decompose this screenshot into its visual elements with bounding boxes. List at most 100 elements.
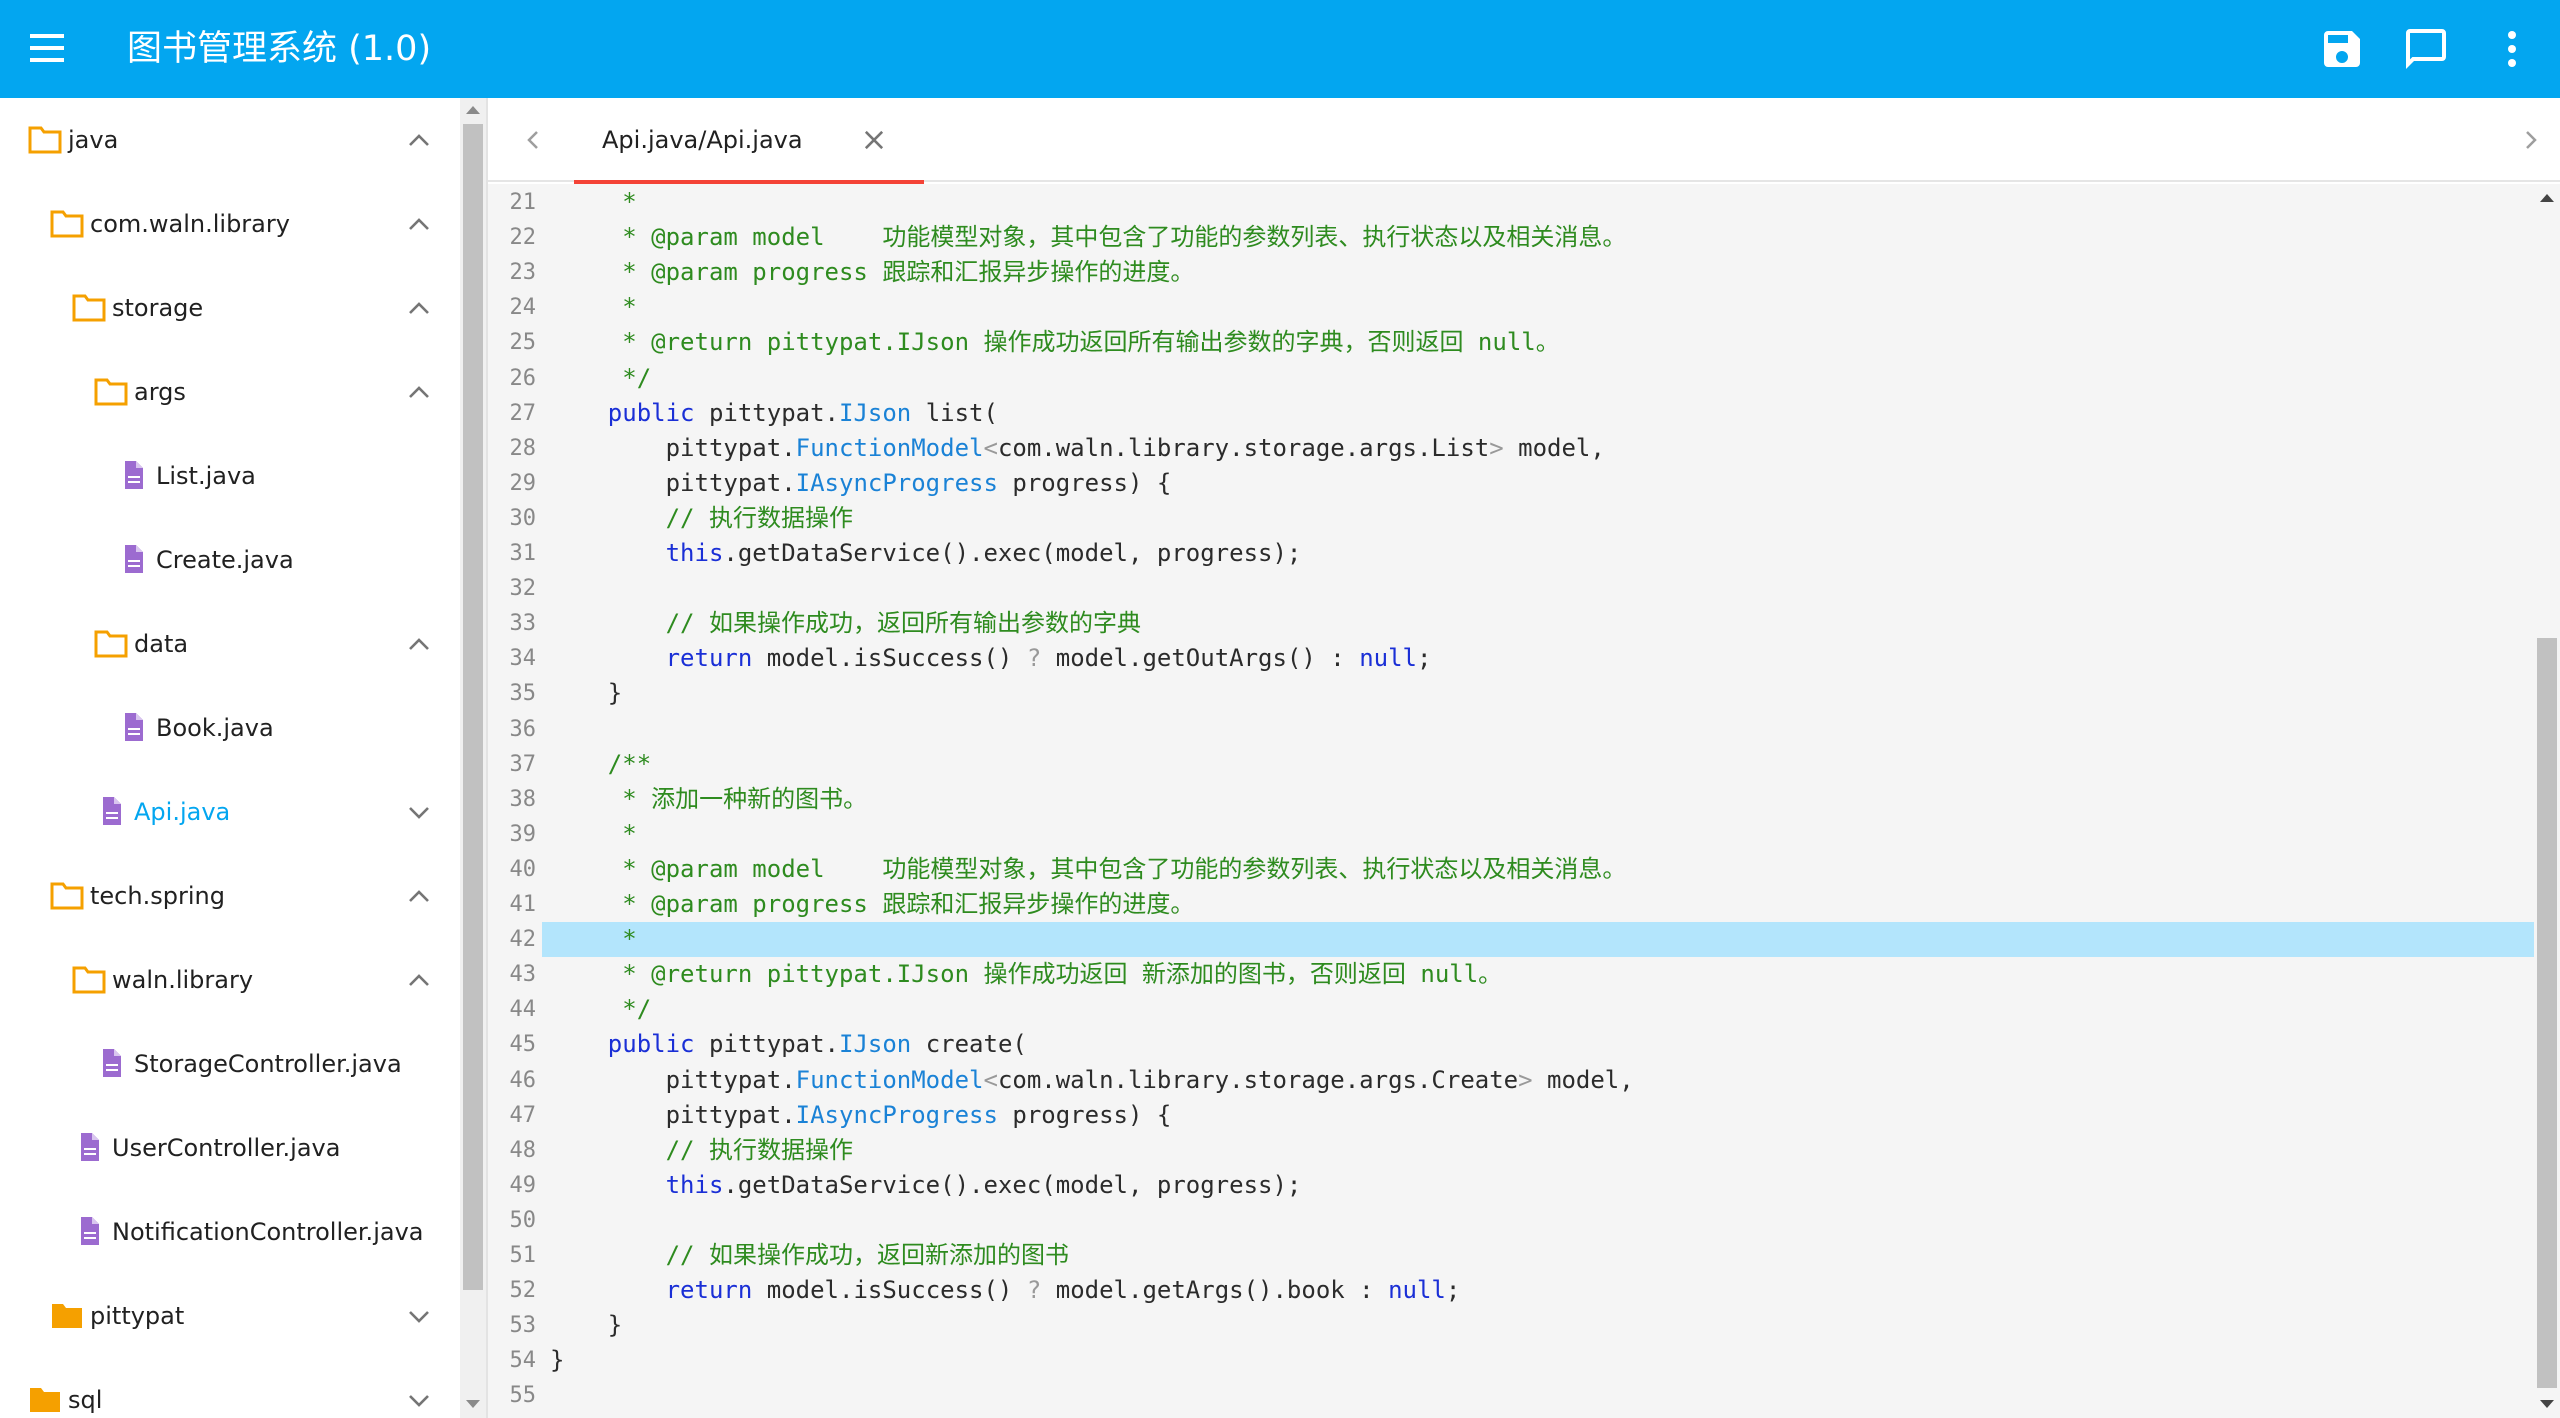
code-line[interactable]: this.getDataService().exec(model, progre… bbox=[550, 1168, 1302, 1203]
code-line[interactable]: this.getDataService().exec(model, progre… bbox=[550, 536, 1302, 571]
code-line[interactable]: * bbox=[550, 185, 636, 220]
code-line[interactable]: * @param progress 跟踪和汇报异步操作的进度。 bbox=[550, 887, 1194, 922]
line-number: 27 bbox=[509, 400, 537, 426]
code-line[interactable]: * bbox=[550, 817, 636, 852]
line-number: 25 bbox=[509, 330, 537, 356]
tree-item-label: com.waln.library bbox=[90, 210, 290, 238]
tree-item-storagecontroller-java[interactable]: StorageController.java bbox=[0, 1024, 460, 1108]
editor-tab-bar: Api.java/Api.java bbox=[488, 98, 2560, 184]
tree-item-notificationcontroller-java[interactable]: NotificationController.java bbox=[0, 1192, 460, 1276]
tree-item-pittypat[interactable]: pittypat bbox=[0, 1276, 460, 1360]
code-line[interactable]: /** bbox=[550, 747, 651, 782]
tree-item-label: storage bbox=[112, 294, 204, 322]
line-number: 55 bbox=[509, 1383, 537, 1409]
editor-scrollbar[interactable] bbox=[2534, 184, 2560, 1418]
tab-label: Api.java/Api.java bbox=[602, 126, 803, 154]
tree-item-args[interactable]: args bbox=[0, 352, 460, 436]
tree-item-label: data bbox=[134, 630, 189, 658]
save-icon[interactable] bbox=[2318, 25, 2366, 73]
line-number: 53 bbox=[509, 1313, 537, 1339]
scroll-down-arrow[interactable] bbox=[2540, 1400, 2554, 1408]
chevron-down-icon[interactable] bbox=[404, 800, 434, 824]
code-line[interactable]: pittypat.IAsyncProgress progress) { bbox=[550, 466, 1172, 501]
code-line[interactable]: } bbox=[550, 1308, 622, 1343]
scroll-down-arrow[interactable] bbox=[466, 1400, 480, 1408]
code-line[interactable]: // 执行数据操作 bbox=[550, 501, 853, 536]
chevron-up-icon[interactable] bbox=[404, 212, 434, 236]
folder-open-icon bbox=[50, 880, 84, 910]
tree-item-usercontroller-java[interactable]: UserController.java bbox=[0, 1108, 460, 1192]
code-line[interactable]: // 如果操作成功，返回新添加的图书 bbox=[550, 1238, 1069, 1273]
tab-scroll-right-icon[interactable] bbox=[2518, 128, 2542, 152]
code-line[interactable]: */ bbox=[550, 992, 651, 1027]
scroll-up-arrow[interactable] bbox=[466, 106, 480, 114]
code-line[interactable]: return model.isSuccess() ? model.getArgs… bbox=[550, 1273, 1461, 1308]
chevron-up-icon[interactable] bbox=[404, 884, 434, 908]
current-line-highlight bbox=[542, 922, 2534, 958]
code-line[interactable]: pittypat.FunctionModel<com.waln.library.… bbox=[550, 431, 1605, 466]
code-line[interactable]: } bbox=[550, 676, 622, 711]
code-line[interactable]: // 如果操作成功，返回所有输出参数的字典 bbox=[550, 606, 1141, 641]
tab-api-java[interactable]: Api.java/Api.java bbox=[574, 98, 924, 184]
line-number: 43 bbox=[509, 962, 537, 988]
code-line[interactable]: * @param model 功能模型对象，其中包含了功能的参数列表、执行状态以… bbox=[550, 852, 1626, 887]
chevron-down-icon[interactable] bbox=[404, 1304, 434, 1328]
chevron-up-icon[interactable] bbox=[404, 128, 434, 152]
menu-icon[interactable] bbox=[30, 34, 66, 64]
folder-open-icon bbox=[72, 292, 106, 322]
line-number: 31 bbox=[509, 541, 537, 566]
chevron-up-icon[interactable] bbox=[404, 296, 434, 320]
code-line[interactable]: // 执行数据操作 bbox=[550, 1133, 853, 1168]
file-tree: java com.waln.library storage args List.java… bbox=[0, 98, 460, 1418]
chevron-up-icon[interactable] bbox=[404, 968, 434, 992]
code-line[interactable]: * @return pittypat.IJson 操作成功返回所有输出参数的字典… bbox=[550, 325, 1560, 360]
code-line[interactable]: * @param progress 跟踪和汇报异步操作的进度。 bbox=[550, 255, 1194, 290]
tree-item-create-java[interactable]: Create.java bbox=[0, 520, 460, 604]
code-line[interactable]: * @param model 功能模型对象，其中包含了功能的参数列表、执行状态以… bbox=[550, 220, 1626, 255]
code-editor[interactable]: 21 * 22 * @param model 功能模型对象，其中包含了功能的参数列… bbox=[488, 184, 2534, 1418]
code-line[interactable]: * bbox=[550, 290, 636, 325]
code-line[interactable]: * bbox=[550, 922, 636, 957]
chevron-up-icon[interactable] bbox=[404, 632, 434, 656]
chevron-down-icon[interactable] bbox=[404, 1388, 434, 1412]
code-line[interactable]: } bbox=[550, 1343, 564, 1378]
tree-item-sql[interactable]: sql bbox=[0, 1360, 460, 1418]
tree-item-tech-spring[interactable]: tech.spring bbox=[0, 856, 460, 940]
code-line[interactable]: public pittypat.IJson list( bbox=[550, 396, 998, 431]
tree-item-list-java[interactable]: List.java bbox=[0, 436, 460, 520]
chevron-up-icon[interactable] bbox=[404, 380, 434, 404]
tree-item-waln-library[interactable]: waln.library bbox=[0, 940, 460, 1024]
code-line[interactable]: return model.isSuccess() ? model.getOutA… bbox=[550, 641, 1432, 676]
line-number: 54 bbox=[509, 1348, 537, 1374]
code-line[interactable]: public pittypat.IJson create( bbox=[550, 1027, 1027, 1062]
sidebar-scrollbar[interactable] bbox=[460, 98, 486, 1418]
code-line[interactable]: pittypat.IAsyncProgress progress) { bbox=[550, 1098, 1172, 1133]
tree-item-data[interactable]: data bbox=[0, 604, 460, 688]
line-number: 42 bbox=[509, 927, 537, 953]
tree-item-storage[interactable]: storage bbox=[0, 268, 460, 352]
tab-scroll-left-icon[interactable] bbox=[522, 128, 546, 152]
tree-item-java[interactable]: java bbox=[0, 100, 460, 184]
tree-item-label: sql bbox=[68, 1386, 103, 1414]
tree-item-label: StorageController.java bbox=[134, 1050, 402, 1078]
code-line[interactable]: * 添加一种新的图书。 bbox=[550, 782, 867, 817]
tree-item-com-waln-library[interactable]: com.waln.library bbox=[0, 184, 460, 268]
tree-item-label: tech.spring bbox=[90, 882, 225, 910]
comment-icon[interactable] bbox=[2402, 25, 2450, 73]
code-line[interactable]: pittypat.FunctionModel<com.waln.library.… bbox=[550, 1063, 1634, 1098]
code-line[interactable]: */ bbox=[550, 361, 651, 396]
tree-item-label: pittypat bbox=[90, 1302, 185, 1330]
code-line[interactable]: * @return pittypat.IJson 操作成功返回 新添加的图书，否… bbox=[550, 957, 1502, 992]
line-number: 33 bbox=[509, 611, 537, 637]
more-vert-icon[interactable] bbox=[2488, 25, 2536, 73]
tree-item-book-java[interactable]: Book.java bbox=[0, 688, 460, 772]
tree-item-api-java[interactable]: Api.java bbox=[0, 772, 460, 856]
line-number: 51 bbox=[509, 1243, 537, 1268]
tree-item-label: List.java bbox=[156, 462, 256, 490]
editor-scroll-thumb[interactable] bbox=[2537, 638, 2557, 1388]
scroll-up-arrow[interactable] bbox=[2540, 194, 2554, 202]
line-number: 23 bbox=[509, 260, 537, 286]
close-icon[interactable] bbox=[860, 126, 888, 154]
sidebar-scroll-thumb[interactable] bbox=[463, 124, 483, 1290]
tree-item-label: Api.java bbox=[134, 798, 231, 826]
